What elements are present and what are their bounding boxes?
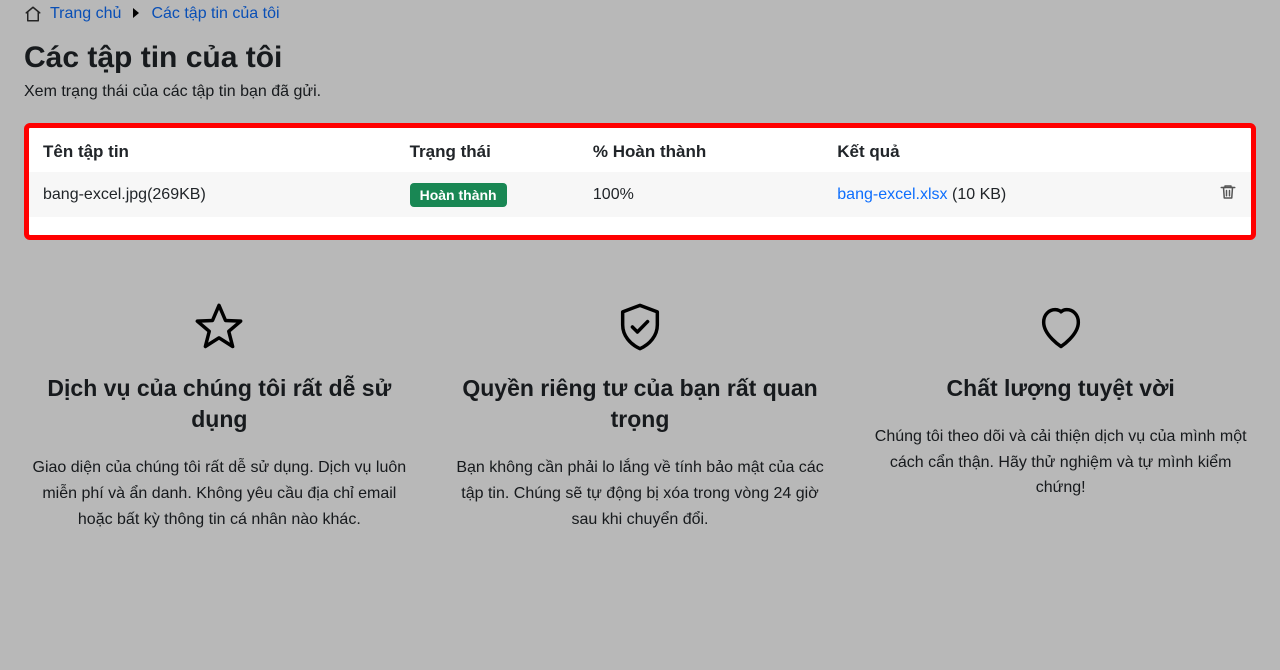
shield-check-icon (451, 295, 830, 359)
feature-easy: Dịch vụ của chúng tôi rất dễ sử dụng Gia… (24, 295, 415, 532)
trash-icon[interactable] (1219, 189, 1237, 206)
cell-result: bang-excel.xlsx (10 KB) (823, 172, 1191, 217)
cell-filename: bang-excel.jpg(269KB) (29, 172, 396, 217)
col-header-filename: Tên tập tin (29, 138, 396, 172)
files-panel: Tên tập tin Trạng thái % Hoàn thành Kết … (24, 123, 1256, 240)
feature-title: Quyền riêng tư của bạn rất quan trọng (451, 373, 830, 435)
heart-icon (871, 295, 1250, 359)
col-header-percent: % Hoàn thành (579, 138, 823, 172)
files-table: Tên tập tin Trạng thái % Hoàn thành Kết … (29, 138, 1251, 217)
feature-body: Giao diện của chúng tôi rất dễ sử dụng. … (30, 455, 409, 532)
page-title: Các tập tin của tôi (24, 41, 1256, 75)
result-link[interactable]: bang-excel.xlsx (837, 186, 947, 203)
feature-body: Bạn không cần phải lo lắng về tính bảo m… (451, 455, 830, 532)
cell-percent: 100% (579, 172, 823, 217)
col-header-result: Kết quả (823, 138, 1191, 172)
features-row: Dịch vụ của chúng tôi rất dễ sử dụng Gia… (24, 295, 1256, 532)
feature-title: Chất lượng tuyệt vời (871, 373, 1250, 404)
feature-quality: Chất lượng tuyệt vời Chúng tôi theo dõi … (865, 295, 1256, 532)
breadcrumb-home-link[interactable]: Trang chủ (50, 5, 121, 23)
breadcrumb: Trang chủ Các tập tin của tôi (24, 5, 1256, 23)
feature-title: Dịch vụ của chúng tôi rất dễ sử dụng (30, 373, 409, 435)
chevron-right-icon (131, 7, 141, 21)
status-badge: Hoàn thành (410, 183, 507, 207)
cell-status: Hoàn thành (396, 172, 579, 217)
home-icon (24, 5, 42, 23)
star-icon (30, 295, 409, 359)
col-header-status: Trạng thái (396, 138, 579, 172)
result-size: (10 KB) (948, 186, 1007, 203)
page-subtitle: Xem trạng thái của các tập tin bạn đã gử… (24, 83, 1256, 101)
table-row: bang-excel.jpg(269KB) Hoàn thành 100% ba… (29, 172, 1251, 217)
feature-body: Chúng tôi theo dõi và cải thiện dịch vụ … (871, 424, 1250, 501)
breadcrumb-current-link[interactable]: Các tập tin của tôi (151, 5, 279, 23)
feature-privacy: Quyền riêng tư của bạn rất quan trọng Bạ… (445, 295, 836, 532)
